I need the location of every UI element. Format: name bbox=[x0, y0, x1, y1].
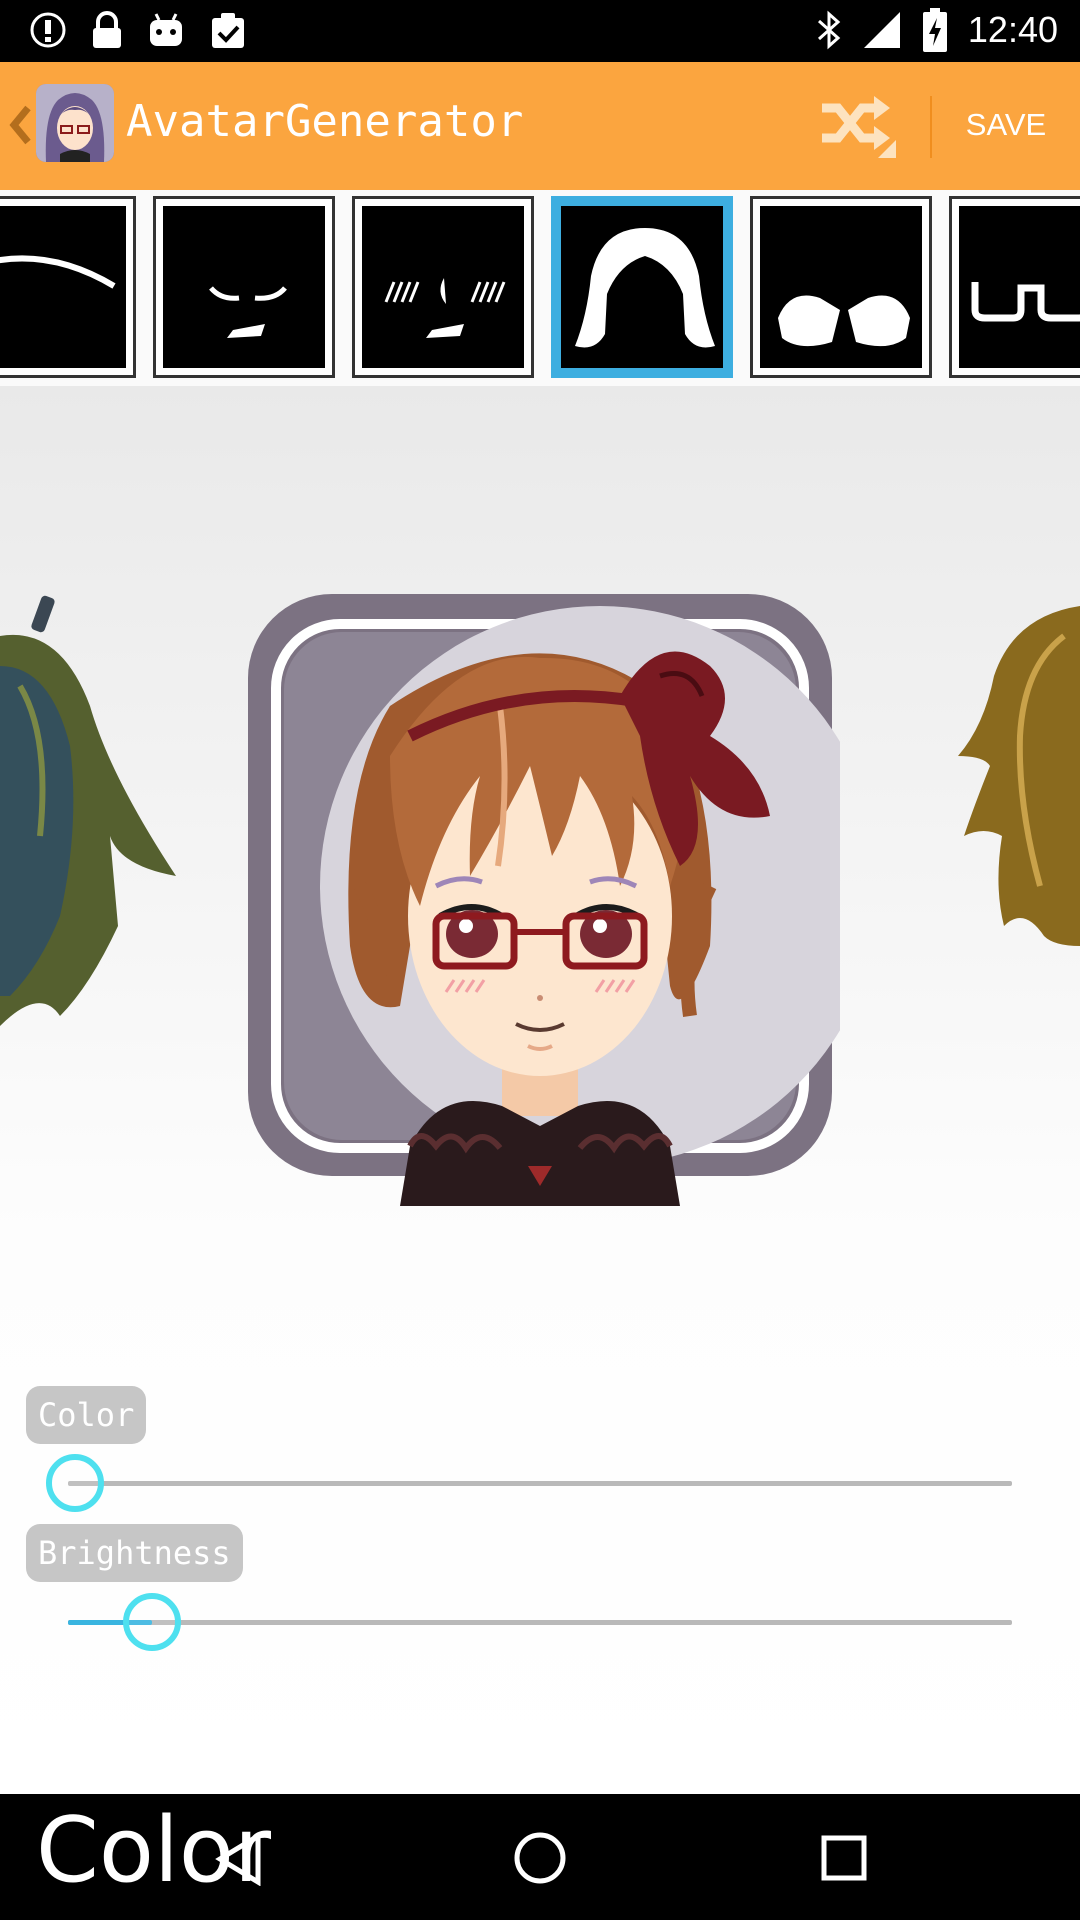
recents-square-icon[interactable] bbox=[820, 1834, 868, 1882]
app-title: AvatarGenerator bbox=[126, 96, 524, 147]
lock-icon bbox=[93, 11, 121, 48]
brightness-slider-thumb[interactable] bbox=[123, 1593, 181, 1651]
info-icon bbox=[30, 12, 66, 48]
app-bar: AvatarGenerator SAVE bbox=[0, 62, 1080, 190]
save-button[interactable]: SAVE bbox=[948, 100, 1064, 150]
collar-thumb[interactable] bbox=[750, 196, 932, 378]
home-circle-icon[interactable] bbox=[512, 1830, 568, 1886]
clock: 12:40 bbox=[967, 9, 1058, 50]
app-logo-icon[interactable] bbox=[36, 84, 114, 162]
brightness-slider-track[interactable] bbox=[68, 1620, 1012, 1625]
android-icon bbox=[150, 13, 182, 46]
avatar-canvas: Color Brightness bbox=[0, 386, 1080, 1794]
clipboard-check-icon bbox=[212, 13, 244, 48]
bluetooth-icon bbox=[817, 10, 841, 50]
signal-icon bbox=[863, 12, 900, 48]
avatar-preview[interactable] bbox=[240, 586, 840, 1206]
color-slider-track[interactable] bbox=[68, 1481, 1012, 1486]
back-triangle-icon[interactable] bbox=[214, 1832, 264, 1886]
color-label: Color bbox=[26, 1386, 147, 1444]
back-chevron-icon[interactable] bbox=[6, 100, 34, 150]
shuffle-button[interactable] bbox=[818, 90, 898, 160]
hair-thumb[interactable] bbox=[551, 196, 733, 378]
eyebrow-thumb[interactable] bbox=[0, 196, 136, 378]
status-bar: 12:40 bbox=[0, 0, 1080, 62]
brightness-label: Brightness bbox=[26, 1524, 243, 1582]
color-slider-thumb[interactable] bbox=[46, 1454, 104, 1512]
app-bar-divider bbox=[930, 96, 932, 158]
blush-thumb[interactable] bbox=[352, 196, 534, 378]
part-selector-strip bbox=[0, 190, 1080, 386]
shuffle-icon bbox=[822, 96, 896, 158]
navigation-bar: Color bbox=[0, 1794, 1080, 1920]
prev-hair-preview[interactable] bbox=[0, 586, 190, 1026]
battery-charging-icon bbox=[922, 8, 947, 52]
next-hair-preview[interactable] bbox=[944, 586, 1080, 966]
glasses-thumb[interactable] bbox=[949, 196, 1080, 378]
face-lower-thumb[interactable] bbox=[153, 196, 335, 378]
